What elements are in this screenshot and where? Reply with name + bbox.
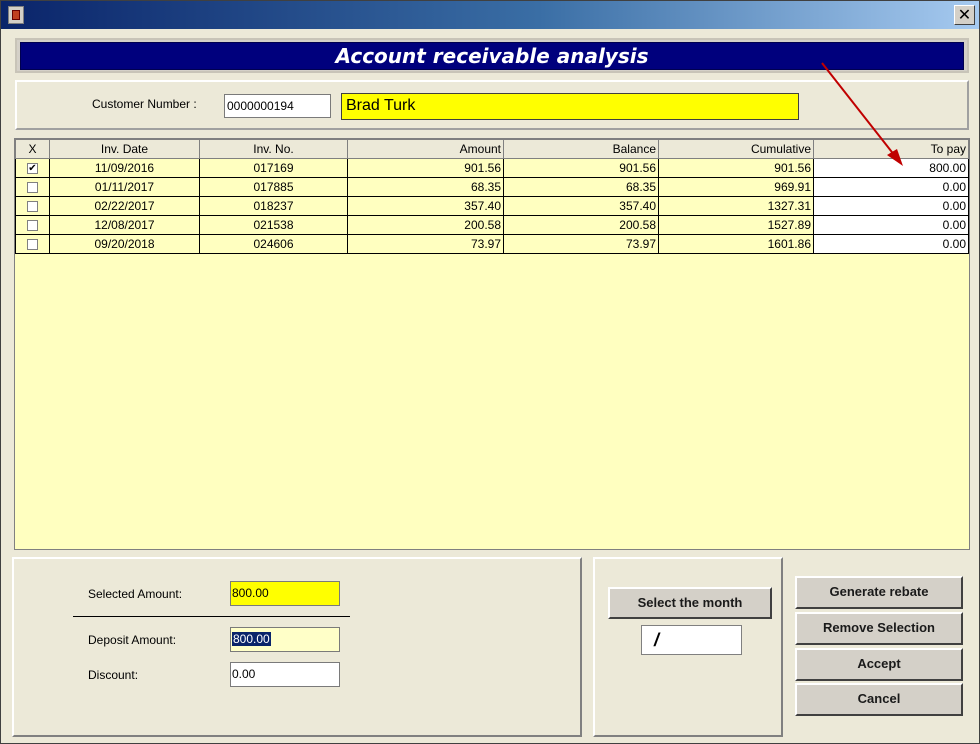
col-header-to-pay[interactable]: To pay (813, 139, 969, 159)
col-header-amount[interactable]: Amount (347, 139, 504, 159)
selected-amount-label: Selected Amount: (88, 587, 183, 601)
to-pay-cell[interactable]: 0.00 (813, 196, 969, 216)
table-row[interactable]: ✔ 11/09/2016 017169 901.56 901.56 901.56… (15, 158, 969, 178)
month-display-field[interactable]: / (641, 625, 742, 655)
inv-no-cell: 017885 (199, 177, 348, 197)
inv-date-cell: 11/09/2016 (49, 158, 200, 178)
close-button[interactable]: ✕ (954, 5, 975, 25)
selected-amount-field[interactable]: 800.00 (230, 581, 340, 606)
table-row[interactable]: 02/22/2017 018237 357.40 357.40 1327.31 … (15, 196, 969, 216)
discount-field[interactable]: 0.00 (230, 662, 340, 687)
col-header-inv-date[interactable]: Inv. Date (49, 139, 200, 159)
col-header-select[interactable]: X (15, 139, 50, 159)
invoice-grid: X Inv. Date Inv. No. Amount Balance Cumu… (14, 138, 970, 550)
amounts-divider (73, 616, 350, 617)
col-header-balance[interactable]: Balance (503, 139, 659, 159)
close-icon: ✕ (957, 5, 972, 24)
customer-panel: Customer Number : 0000000194 Brad Turk (15, 80, 969, 130)
balance-cell: 200.58 (503, 215, 659, 235)
deposit-amount-label: Deposit Amount: (88, 633, 177, 647)
table-row[interactable]: 12/08/2017 021538 200.58 200.58 1527.89 … (15, 215, 969, 235)
amount-cell: 73.97 (347, 234, 504, 254)
row-select-cell[interactable]: ✔ (15, 158, 50, 178)
inv-date-cell: 02/22/2017 (49, 196, 200, 216)
cumulative-cell: 1601.86 (658, 234, 814, 254)
table-row[interactable]: 09/20/2018 024606 73.97 73.97 1601.86 0.… (15, 234, 969, 254)
table-row[interactable]: 01/11/2017 017885 68.35 68.35 969.91 0.0… (15, 177, 969, 197)
to-pay-cell[interactable]: 0.00 (813, 234, 969, 254)
deposit-amount-field[interactable]: 800.00 (230, 627, 340, 652)
amount-cell: 901.56 (347, 158, 504, 178)
balance-cell: 901.56 (503, 158, 659, 178)
amount-cell: 200.58 (347, 215, 504, 235)
to-pay-cell[interactable]: 0.00 (813, 215, 969, 235)
table-header-row: X Inv. Date Inv. No. Amount Balance Cumu… (15, 139, 969, 159)
to-pay-cell[interactable]: 800.00 (813, 158, 969, 178)
cumulative-cell: 901.56 (658, 158, 814, 178)
cancel-button[interactable]: Cancel (795, 683, 963, 716)
amount-cell: 68.35 (347, 177, 504, 197)
customer-name-field[interactable]: Brad Turk (341, 93, 799, 120)
cumulative-cell: 1527.89 (658, 215, 814, 235)
inv-no-cell: 021538 (199, 215, 348, 235)
row-select-cell[interactable] (15, 234, 50, 254)
row-checkbox[interactable] (27, 201, 38, 213)
row-checkbox[interactable]: ✔ (27, 163, 38, 175)
inv-no-cell: 017169 (199, 158, 348, 178)
page-title: Account receivable analysis (20, 42, 964, 70)
header-frame: Account receivable analysis (15, 38, 969, 73)
customer-number-label: Customer Number : (92, 97, 197, 111)
balance-cell: 68.35 (503, 177, 659, 197)
generate-rebate-button[interactable]: Generate rebate (795, 576, 963, 609)
accept-button[interactable]: Accept (795, 648, 963, 681)
inv-date-cell: 12/08/2017 (49, 215, 200, 235)
inv-date-cell: 09/20/2018 (49, 234, 200, 254)
ar-analysis-window: ✕ Account receivable analysis Customer N… (0, 0, 980, 744)
customer-number-field[interactable]: 0000000194 (224, 94, 331, 118)
app-icon (8, 6, 24, 24)
inv-no-cell: 018237 (199, 196, 348, 216)
inv-no-cell: 024606 (199, 234, 348, 254)
inv-date-cell: 01/11/2017 (49, 177, 200, 197)
row-checkbox[interactable] (27, 239, 38, 251)
amount-cell: 357.40 (347, 196, 504, 216)
col-header-inv-no[interactable]: Inv. No. (199, 139, 348, 159)
to-pay-cell[interactable]: 0.00 (813, 177, 969, 197)
balance-cell: 357.40 (503, 196, 659, 216)
select-month-button[interactable]: Select the month (608, 587, 772, 619)
remove-selection-button[interactable]: Remove Selection (795, 612, 963, 645)
cumulative-cell: 1327.31 (658, 196, 814, 216)
amounts-panel: Selected Amount: 800.00 Deposit Amount: … (12, 557, 582, 737)
month-panel: Select the month / (593, 557, 783, 737)
title-bar: ✕ (1, 1, 979, 29)
balance-cell: 73.97 (503, 234, 659, 254)
invoice-table: X Inv. Date Inv. No. Amount Balance Cumu… (15, 139, 969, 254)
row-select-cell[interactable] (15, 177, 50, 197)
row-checkbox[interactable] (27, 182, 38, 194)
row-checkbox[interactable] (27, 220, 38, 232)
col-header-cumulative[interactable]: Cumulative (658, 139, 814, 159)
discount-label: Discount: (88, 668, 139, 682)
row-select-cell[interactable] (15, 196, 50, 216)
row-select-cell[interactable] (15, 215, 50, 235)
cumulative-cell: 969.91 (658, 177, 814, 197)
deposit-amount-selected-text: 800.00 (232, 632, 271, 646)
